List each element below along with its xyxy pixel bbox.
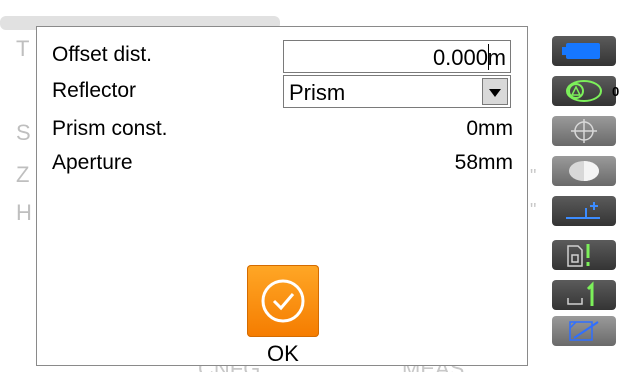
ok-button[interactable] bbox=[247, 265, 319, 337]
reflector-selected-value: Prism bbox=[289, 80, 346, 105]
plus-level-icon bbox=[566, 202, 600, 219]
reflector-select[interactable]: Prism bbox=[283, 75, 511, 108]
memory-card-button[interactable] bbox=[552, 240, 616, 270]
dropdown-arrow-icon[interactable] bbox=[482, 78, 508, 105]
level-button[interactable] bbox=[552, 196, 616, 226]
face-button[interactable] bbox=[552, 156, 616, 186]
battery-icon bbox=[562, 43, 600, 59]
job-button[interactable] bbox=[552, 280, 616, 310]
offset-dist-input[interactable]: 0.000 m bbox=[283, 40, 511, 73]
aperture-readout: 58mm bbox=[455, 151, 513, 175]
prism-target-icon bbox=[566, 80, 602, 102]
aperture-unit: mm bbox=[478, 151, 513, 174]
prism-const-unit: mm bbox=[478, 117, 513, 140]
offset-dist-value: 0.000 bbox=[432, 45, 488, 70]
pencil-icon bbox=[569, 321, 599, 341]
reflector-label: Reflector bbox=[52, 79, 137, 102]
prism-const-value: 0 bbox=[466, 117, 478, 140]
aperture-value: 58 bbox=[454, 151, 478, 174]
laser-pointer-button[interactable] bbox=[552, 116, 616, 146]
aperture-label: Aperture bbox=[52, 151, 133, 174]
background-quote: " bbox=[530, 200, 537, 220]
sd-card-alert-icon bbox=[567, 244, 590, 267]
background-quote: " bbox=[530, 166, 537, 186]
screen: T S Z H " " CNFG MEAS Offset dist. 0.000… bbox=[0, 0, 621, 372]
ok-label: OK bbox=[267, 341, 299, 366]
half-circle-icon bbox=[569, 161, 599, 181]
offset-dist-label: Offset dist. bbox=[52, 43, 152, 66]
checkmark-circle-icon bbox=[261, 279, 305, 323]
offset-dist-unit: m bbox=[487, 45, 506, 70]
offset-settings-dialog: Offset dist. 0.000 m Reflector Prism Pri… bbox=[36, 26, 528, 366]
edit-button[interactable] bbox=[552, 316, 616, 346]
background-letter-s: S bbox=[16, 120, 31, 145]
background-letter-h: H bbox=[16, 200, 32, 225]
crosshair-icon bbox=[571, 119, 597, 143]
prism-const-label: Prism const. bbox=[52, 117, 168, 140]
prism-const-readout: 0mm bbox=[466, 117, 513, 141]
target-button[interactable] bbox=[552, 76, 616, 106]
background-letter-t: T bbox=[16, 36, 30, 61]
target-constant-badge: 0 bbox=[612, 84, 620, 99]
battery-button[interactable] bbox=[552, 36, 616, 66]
page-1-icon bbox=[567, 281, 594, 306]
background-letter-z: Z bbox=[16, 162, 30, 187]
